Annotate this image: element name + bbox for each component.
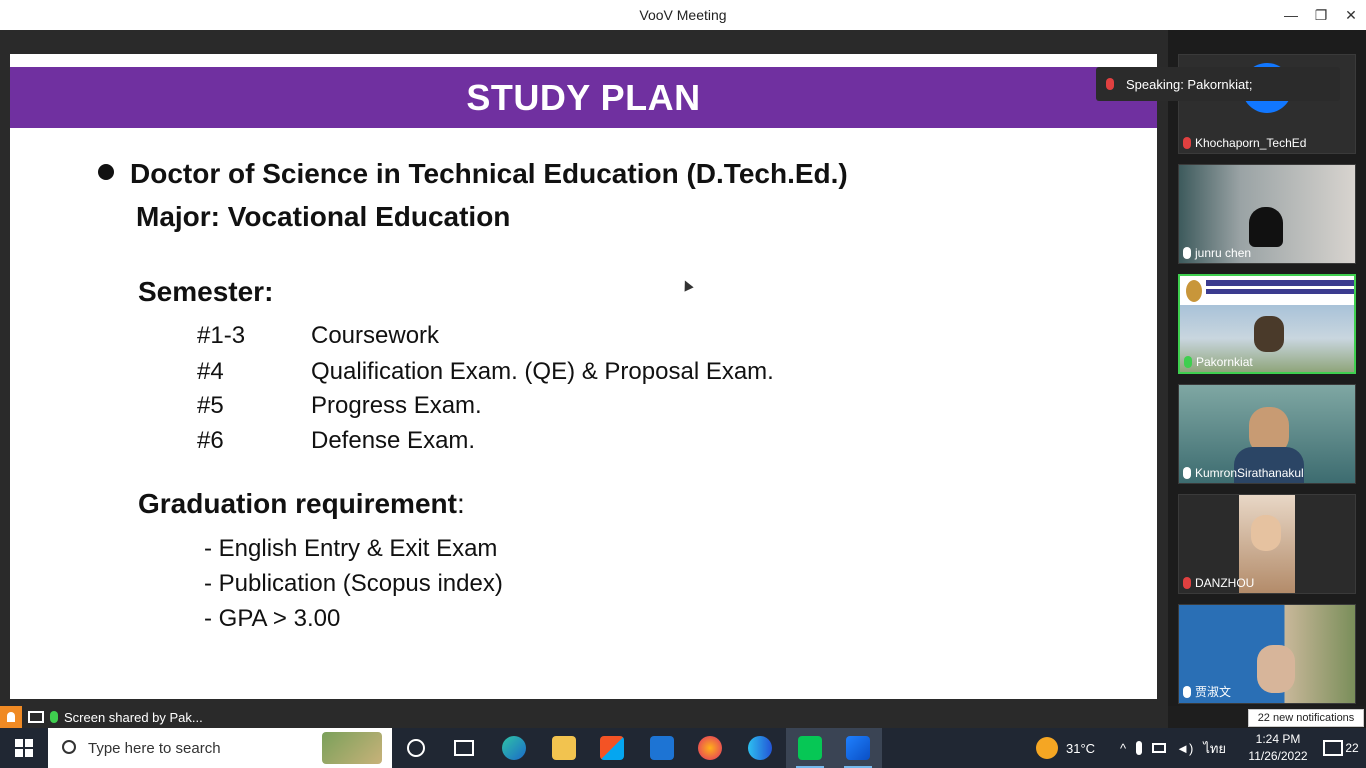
- title-bar: VooV Meeting — ❐ ✕: [0, 0, 1366, 30]
- weather-widget[interactable]: 31°C: [1036, 728, 1095, 768]
- clock-time: 1:24 PM: [1255, 732, 1301, 746]
- slide-header: STUDY PLAN: [10, 67, 1157, 128]
- graduation-heading: Graduation requirement:: [138, 488, 465, 519]
- semester-row: #5 Progress Exam.: [197, 392, 482, 420]
- system-clock[interactable]: 1:24 PM 11/26/2022: [1248, 731, 1308, 765]
- bullet-icon: [98, 164, 114, 180]
- firefox-app[interactable]: [686, 728, 734, 768]
- semester-number: #6: [197, 427, 224, 454]
- semester-text: Qualification Exam. (QE) & Proposal Exam…: [311, 358, 774, 385]
- requirement-item: - Publication (Scopus index): [204, 570, 503, 597]
- requirement-item: - GPA > 3.00: [204, 605, 341, 632]
- volume-icon[interactable]: ◄): [1176, 741, 1193, 756]
- cortana-icon: [407, 739, 425, 757]
- speaking-indicator: Speaking: Pakornkiat;: [1096, 67, 1340, 101]
- semester-text: Progress Exam.: [311, 392, 482, 419]
- participant-tile[interactable]: KumronSirathanakul: [1178, 384, 1356, 484]
- language-indicator[interactable]: ไทย: [1203, 738, 1226, 759]
- participant-name: 贾淑文: [1195, 685, 1232, 699]
- system-tray: ^ ◄) ไทย: [1120, 728, 1226, 768]
- line-app[interactable]: [786, 728, 834, 768]
- edge-icon: [502, 736, 526, 760]
- degree-title: Doctor of Science in Technical Education…: [130, 158, 848, 189]
- mail-icon: [650, 736, 674, 760]
- notification-toast[interactable]: 22 new notifications: [1248, 709, 1364, 727]
- voov-icon: [846, 736, 870, 760]
- close-button[interactable]: ✕: [1336, 0, 1366, 30]
- search-highlight-image: [322, 732, 382, 764]
- search-placeholder: Type here to search: [88, 739, 221, 757]
- participant-tile[interactable]: junru chen: [1178, 164, 1356, 264]
- weather-temperature: 31°C: [1066, 740, 1096, 756]
- presentation-slide: STUDY PLAN Doctor of Science in Technica…: [10, 54, 1157, 699]
- minimize-button[interactable]: —: [1276, 0, 1306, 30]
- participant-name: DANZHOU: [1195, 576, 1255, 590]
- participant-tile-active-speaker[interactable]: Pakornkiat: [1178, 274, 1356, 374]
- mic-active-icon: [50, 711, 58, 723]
- semester-heading: Semester:: [138, 276, 274, 307]
- windows-logo-icon: [15, 739, 33, 757]
- task-view-button[interactable]: [440, 728, 488, 768]
- taskbar-search-box[interactable]: Type here to search: [48, 728, 392, 768]
- mic-muted-icon: [1183, 137, 1191, 149]
- file-explorer-app[interactable]: [540, 728, 588, 768]
- edge-app[interactable]: [490, 728, 538, 768]
- battery-icon[interactable]: [1152, 743, 1167, 753]
- mic-icon: [1183, 467, 1191, 479]
- store-icon: [600, 736, 624, 760]
- semester-row: #6 Defense Exam.: [197, 427, 475, 455]
- maximize-button[interactable]: ❐: [1306, 0, 1336, 30]
- participant-panel[interactable]: Khochaporn_TechEd junru chen Pakornkiat …: [1168, 30, 1366, 706]
- participants-icon[interactable]: [0, 706, 22, 728]
- action-center-button[interactable]: 22: [1316, 728, 1366, 768]
- participant-name: Pakornkiat: [1196, 355, 1253, 369]
- mail-app[interactable]: [638, 728, 686, 768]
- speaking-text: Speaking: Pakornkiat;: [1126, 76, 1253, 92]
- participant-name: junru chen: [1195, 246, 1252, 260]
- semester-row: #4 Qualification Exam. (QE) & Proposal Ex…: [197, 358, 774, 386]
- store-app[interactable]: [588, 728, 636, 768]
- window-title: VooV Meeting: [639, 7, 727, 23]
- screen-share-icon[interactable]: [28, 711, 44, 723]
- notification-icon: [1323, 740, 1344, 756]
- semester-text: Coursework: [311, 322, 440, 349]
- task-view-icon: [454, 740, 474, 756]
- semester-row: #1-3 Coursework: [197, 322, 439, 350]
- semester-text: Defense Exam.: [311, 427, 476, 454]
- start-button[interactable]: [0, 728, 48, 768]
- line-icon: [798, 736, 822, 760]
- participant-tile[interactable]: DANZHOU: [1178, 494, 1356, 594]
- mic-active-icon: [1184, 356, 1192, 368]
- semester-number: #1-3: [197, 322, 246, 349]
- firefox-icon: [698, 736, 722, 760]
- folder-icon: [552, 736, 576, 760]
- participant-name: KumronSirathanakul: [1195, 466, 1304, 480]
- semester-number: #5: [197, 392, 224, 419]
- mic-icon: [1183, 685, 1191, 698]
- participant-tile[interactable]: 贾淑文: [1178, 604, 1356, 704]
- shared-screen-area: STUDY PLAN Doctor of Science in Technica…: [0, 30, 1168, 706]
- mic-icon: [1183, 247, 1191, 259]
- mouse-cursor-icon: [680, 278, 694, 292]
- search-icon: [62, 740, 76, 754]
- participant-name: Khochaporn_TechEd: [1195, 136, 1307, 150]
- cortana-button[interactable]: [392, 728, 440, 768]
- weather-sun-icon: [1036, 737, 1058, 759]
- microphone-icon[interactable]: [1136, 741, 1143, 755]
- semester-number: #4: [197, 358, 224, 385]
- clock-date: 11/26/2022: [1248, 749, 1308, 763]
- slide-title: STUDY PLAN: [466, 77, 701, 118]
- share-status-bar: Screen shared by Pak...: [0, 706, 1168, 728]
- mic-muted-icon: [1106, 78, 1114, 90]
- mic-muted-icon: [1183, 577, 1191, 589]
- webex-icon: [748, 736, 772, 760]
- taskbar: Type here to search 31°C ^ ◄) ไทย 1:24 P…: [0, 728, 1366, 768]
- major-title: Major: Vocational Education: [136, 201, 511, 232]
- voov-meeting-app[interactable]: [834, 728, 882, 768]
- requirement-item: - English Entry & Exit Exam: [204, 535, 498, 562]
- share-status-text: Screen shared by Pak...: [64, 709, 203, 725]
- notification-count: 22: [1345, 741, 1359, 755]
- webex-app[interactable]: [736, 728, 784, 768]
- chevron-up-icon[interactable]: ^: [1120, 741, 1126, 756]
